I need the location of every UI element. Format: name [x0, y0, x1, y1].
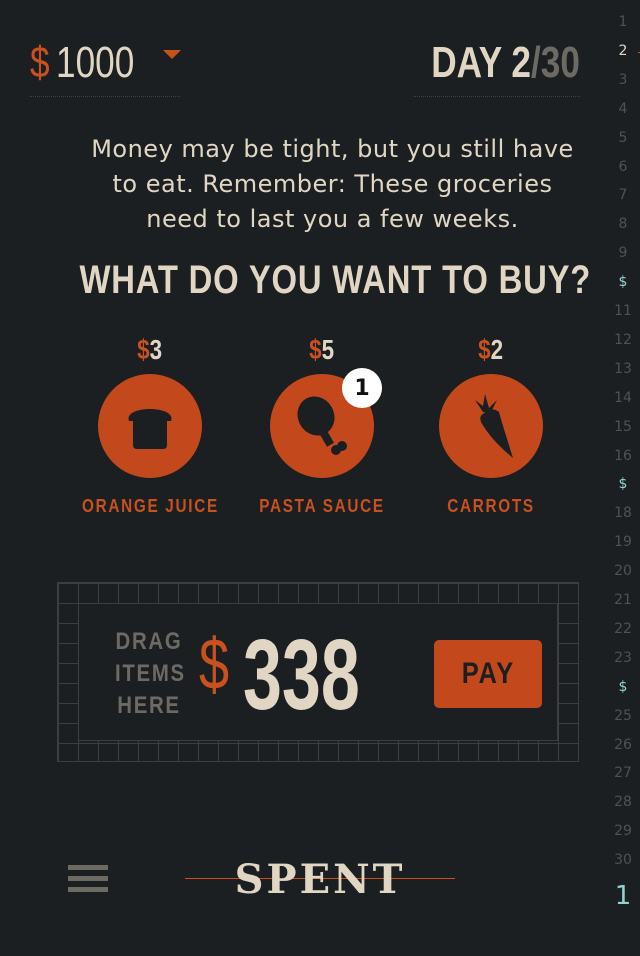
shop-item-carrots[interactable]: $2 CARROTS [411, 334, 571, 517]
intro-text: Money may be tight, but you still have t… [91, 135, 574, 233]
carrot-icon [475, 394, 513, 458]
item-price: $5 [309, 334, 335, 365]
ruler-day-tick: 22 [614, 620, 632, 637]
ruler-day-tick: 27 [614, 765, 632, 782]
ruler-day-tick: 3 [618, 71, 628, 88]
question-heading: WHAT DO YOU WANT TO BUY? [79, 258, 592, 302]
day-label: DAY 2 [431, 38, 532, 87]
bread-icon [128, 409, 172, 449]
ruler-day-tick: $ [618, 476, 628, 493]
ruler-day-tick: 9 [618, 245, 628, 262]
ruler-day-tick: 19 [614, 534, 632, 551]
ruler-day-tick: 28 [614, 794, 632, 811]
item-button[interactable] [439, 374, 543, 478]
item-label: CARROTS [447, 496, 535, 516]
ruler-day-tick: $ [618, 274, 628, 291]
ruler-day-tick: 6 [618, 158, 628, 175]
hamburger-icon[interactable] [68, 865, 108, 897]
item-button[interactable]: 1 [270, 368, 382, 478]
ruler-day-tick: 25 [614, 707, 632, 724]
item-price: $2 [478, 334, 504, 365]
logo-text: SPENT [234, 856, 406, 903]
pay-button[interactable]: PAY [434, 640, 542, 708]
item-button[interactable] [98, 374, 202, 478]
drag-hint: DRAG ITEMS HERE [115, 628, 186, 719]
drumstick-icon [297, 396, 347, 455]
item-price: $3 [137, 334, 163, 365]
money-display[interactable]: $ 1000 [30, 36, 181, 97]
ruler-day-tick: 16 [614, 447, 632, 464]
ruler-day-tick: 12 [614, 331, 632, 348]
ruler-bottom-label: 1 [614, 881, 632, 911]
ruler-day-tick: 4 [618, 100, 628, 117]
caret-down-icon[interactable] [163, 50, 181, 59]
ruler-day-tick: 23 [614, 649, 632, 666]
shop-item-pasta-sauce[interactable]: $5 1 PASTA SAUCE [242, 334, 402, 517]
item-label: ORANGE JUICE [82, 496, 219, 516]
money-amount: 1000 [56, 38, 135, 87]
ruler-day-tick: 1 [618, 14, 628, 30]
day-separator: / [531, 38, 541, 87]
total-symbol: $ [199, 625, 230, 705]
ruler-day-tick: 20 [614, 563, 632, 580]
ruler-day-tick: 5 [618, 129, 628, 146]
ruler-day-tick: 2 [618, 42, 628, 59]
ruler-day-tick: 18 [614, 505, 632, 522]
money-symbol: $ [30, 38, 50, 87]
ruler-day-tick: 15 [614, 418, 632, 435]
ruler-day-tick: 30 [614, 852, 632, 869]
ruler-day-tick: 11 [614, 303, 632, 319]
ruler-day-tick: 29 [614, 823, 632, 840]
spent-logo: SPENT [185, 856, 455, 906]
ruler-day-tick: 13 [614, 360, 632, 377]
day-counter: DAY 2/30 [414, 36, 580, 97]
cart-panel: DRAG ITEMS HERE $ 338 PAY [78, 603, 558, 741]
shop-item-orange-juice[interactable]: $3 ORANGE JUICE [70, 334, 230, 517]
ruler-day-tick: 7 [618, 187, 628, 204]
ruler-day-tick: 21 [614, 592, 632, 608]
quantity-badge: 1 [342, 368, 382, 408]
cart-total: 338 [243, 619, 360, 731]
day-total: 30 [540, 38, 580, 87]
ruler-day-tick: $ [618, 678, 628, 695]
ruler-day-tick: 14 [614, 389, 632, 406]
ruler-day-tick: 8 [618, 216, 628, 233]
ruler-day-tick: 26 [614, 736, 632, 753]
cart-dropzone[interactable]: DRAG ITEMS HERE $ 338 PAY [57, 582, 579, 762]
item-label: PASTA SAUCE [259, 496, 385, 516]
